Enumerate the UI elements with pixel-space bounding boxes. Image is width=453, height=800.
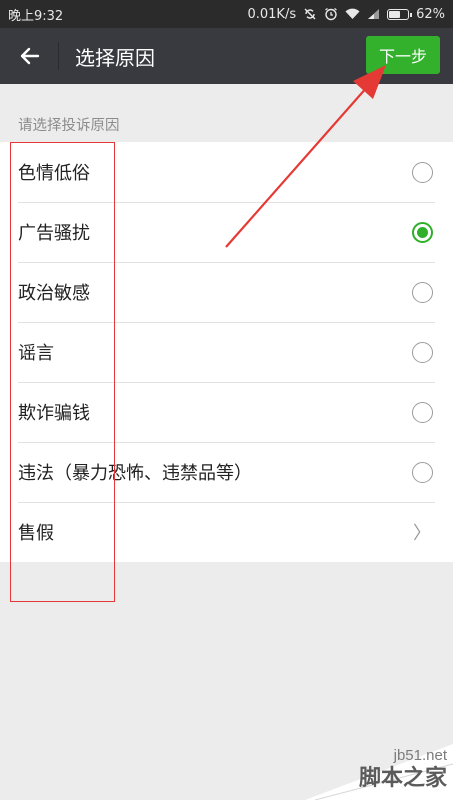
network-speed: 0.01K/s [247, 6, 297, 22]
reason-item-fraud[interactable]: 欺诈骗钱 [0, 382, 453, 442]
reason-label: 政治敏感 [18, 283, 90, 304]
next-step-button[interactable]: 下一步 [366, 36, 440, 74]
reason-label: 色情低俗 [18, 163, 90, 184]
battery-icon [387, 8, 413, 20]
screen: 晚上9:32 0.01K/s 62% 选择原因 下一步 请选择投诉原因 色情低俗… [0, 0, 453, 800]
reason-item-porn[interactable]: 色情低俗 [0, 142, 453, 202]
status-time: 晚上9:32 [8, 8, 64, 24]
page-title: 选择原因 [75, 45, 155, 70]
section-label: 请选择投诉原因 [18, 118, 120, 134]
reason-label: 广告骚扰 [18, 223, 90, 244]
app-bar: 选择原因 下一步 [0, 28, 453, 84]
signal-icon [367, 8, 380, 20]
radio-button[interactable] [412, 161, 433, 183]
reason-item-rumor[interactable]: 谣言 [0, 322, 453, 382]
reason-label: 违法（暴力恐怖、违禁品等） [18, 463, 252, 484]
alarm-icon [324, 7, 338, 21]
reason-label: 售假 [18, 523, 54, 544]
reason-label: 谣言 [18, 343, 54, 364]
radio-button[interactable] [412, 401, 433, 423]
watermark-name: 脚本之家 [358, 766, 447, 791]
radio-button-selected[interactable] [412, 221, 433, 243]
reason-label: 欺诈骗钱 [18, 403, 90, 424]
app-bar-divider [58, 42, 59, 70]
reason-item-politics[interactable]: 政治敏感 [0, 262, 453, 322]
status-icons: 0.01K/s 62% [247, 7, 445, 22]
watermark: jb51.net 脚本之家 [305, 734, 453, 800]
radio-button[interactable] [412, 461, 433, 483]
battery-level [389, 10, 401, 18]
radio-button[interactable] [412, 281, 433, 303]
chevron-right-icon[interactable]: 〉 [413, 519, 431, 545]
radio-button[interactable] [412, 341, 433, 363]
reason-list: 色情低俗 广告骚扰 政治敏感 谣言 欺诈骗钱 违法（暴力恐怖、违禁品等） 售假 … [0, 142, 453, 562]
status-bar: 晚上9:32 0.01K/s 62% [0, 0, 453, 28]
reason-item-illegal[interactable]: 违法（暴力恐怖、违禁品等） [0, 442, 453, 502]
reason-item-ads[interactable]: 广告骚扰 [0, 202, 453, 262]
back-button[interactable] [0, 28, 58, 84]
back-arrow-icon [20, 47, 40, 65]
battery-percent: 62% [416, 6, 445, 22]
sync-off-icon [303, 7, 317, 21]
reason-item-counterfeit[interactable]: 售假 〉 [0, 502, 453, 562]
wifi-icon [345, 8, 360, 20]
